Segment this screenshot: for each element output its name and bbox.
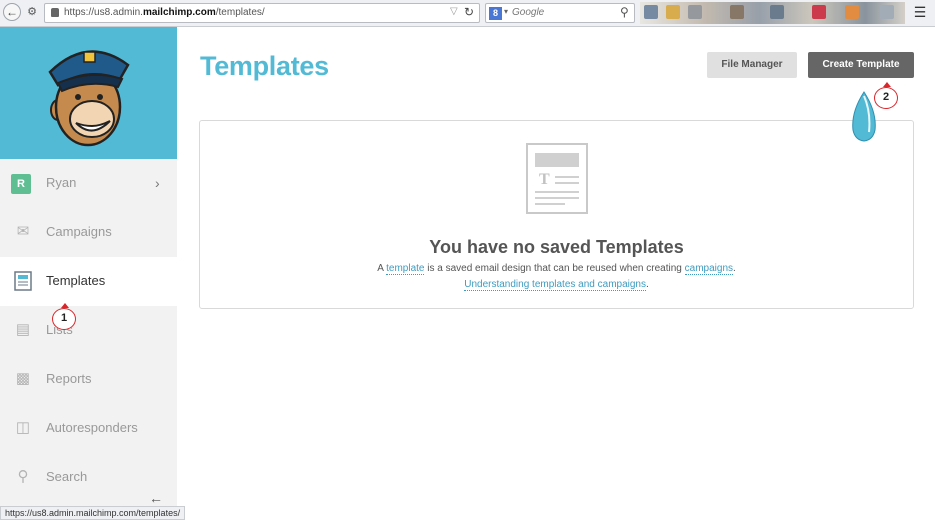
bookmark-icon[interactable] xyxy=(666,5,680,19)
browser-status-bar: https://us8.admin.mailchimp.com/template… xyxy=(0,506,186,520)
bar-chart-icon: ▩ xyxy=(15,370,31,387)
sidebar-item-campaigns[interactable]: ✉ Campaigns xyxy=(0,208,177,257)
chevron-right-icon: › xyxy=(155,175,160,191)
sidebar-item-label: Autoresponders xyxy=(46,420,138,435)
home-icon[interactable] xyxy=(688,5,702,19)
freddie-logo-icon xyxy=(48,50,130,147)
empty-state-panel: T You have no saved Templates A template… xyxy=(199,120,914,309)
annotation-marker-2: 2 xyxy=(874,82,898,109)
empty-state-help: Understanding templates and campaigns. xyxy=(464,279,649,291)
search-icon: ⚲ xyxy=(17,468,29,485)
sidebar-item-reports[interactable]: ▩ Reports xyxy=(0,355,177,404)
user-avatar: R xyxy=(11,174,31,194)
mailchimp-logo[interactable] xyxy=(0,27,177,159)
understanding-templates-link[interactable]: Understanding templates and campaigns xyxy=(464,279,646,291)
collapse-sidebar-arrow-icon[interactable]: ← xyxy=(149,490,163,506)
annotation-marker-1: 1 xyxy=(52,303,76,330)
download-icon[interactable] xyxy=(644,5,658,19)
lock-icon xyxy=(51,8,59,17)
url-text: https://us8.admin.mailchimp.com/template… xyxy=(64,7,265,18)
user-name: Ryan xyxy=(46,175,77,190)
sidebar-item-lists[interactable]: ▤ Lists xyxy=(0,306,177,355)
addon-icon[interactable] xyxy=(730,5,744,19)
envelope-icon: ✉ xyxy=(16,223,30,240)
url-dropdown-icon[interactable]: ▽ xyxy=(450,6,458,17)
key-icon[interactable]: ⚙ xyxy=(24,4,40,20)
sidebar-item-label: Reports xyxy=(46,371,92,386)
search-engine-icon[interactable]: 8 xyxy=(489,7,502,20)
hamburger-menu-icon[interactable]: ☰ xyxy=(912,4,928,20)
pen-icon[interactable] xyxy=(770,5,784,19)
list-icon: ▤ xyxy=(15,321,31,338)
empty-state-description: A template is a saved email design that … xyxy=(377,263,736,275)
template-document-icon: T xyxy=(526,143,588,214)
file-manager-button[interactable]: File Manager xyxy=(707,52,797,78)
autoresponder-icon: ◫ xyxy=(15,419,31,436)
campaigns-link[interactable]: campaigns xyxy=(684,263,733,275)
create-template-button[interactable]: Create Template xyxy=(808,52,914,78)
sidebar: R Ryan › ✉ Campaigns Templates ▤ Lists ▩… xyxy=(0,27,177,520)
addon-toolbar xyxy=(640,2,905,24)
template-link[interactable]: template xyxy=(386,263,425,275)
sidebar-item-label: Campaigns xyxy=(46,224,112,239)
addon-icon[interactable] xyxy=(880,5,894,19)
page-title: Templates xyxy=(200,51,329,81)
search-bar[interactable]: 8 ▾ Google ⚲ xyxy=(485,3,635,23)
browser-toolbar: ← ⚙ https://us8.admin.mailchimp.com/temp… xyxy=(0,0,935,27)
sidebar-item-user[interactable]: R Ryan › xyxy=(0,159,177,208)
sidebar-item-label: Search xyxy=(46,469,88,484)
address-bar[interactable]: https://us8.admin.mailchimp.com/template… xyxy=(44,3,480,23)
addon-icon[interactable] xyxy=(845,5,859,19)
search-engine-dropdown-icon[interactable]: ▾ xyxy=(504,7,508,16)
sidebar-item-label: Templates xyxy=(46,273,106,288)
s-addon-icon[interactable] xyxy=(812,5,826,19)
empty-state-title: You have no saved Templates xyxy=(429,237,684,257)
sidebar-item-templates[interactable]: Templates xyxy=(0,257,177,306)
reload-icon[interactable]: ↻ xyxy=(464,5,474,19)
magnifier-icon[interactable]: ⚲ xyxy=(620,5,629,19)
back-arrow-icon[interactable]: ← xyxy=(3,3,21,21)
template-icon xyxy=(12,271,34,291)
sidebar-item-autoresponders[interactable]: ◫ Autoresponders xyxy=(0,404,177,453)
search-placeholder: Google xyxy=(512,7,545,18)
